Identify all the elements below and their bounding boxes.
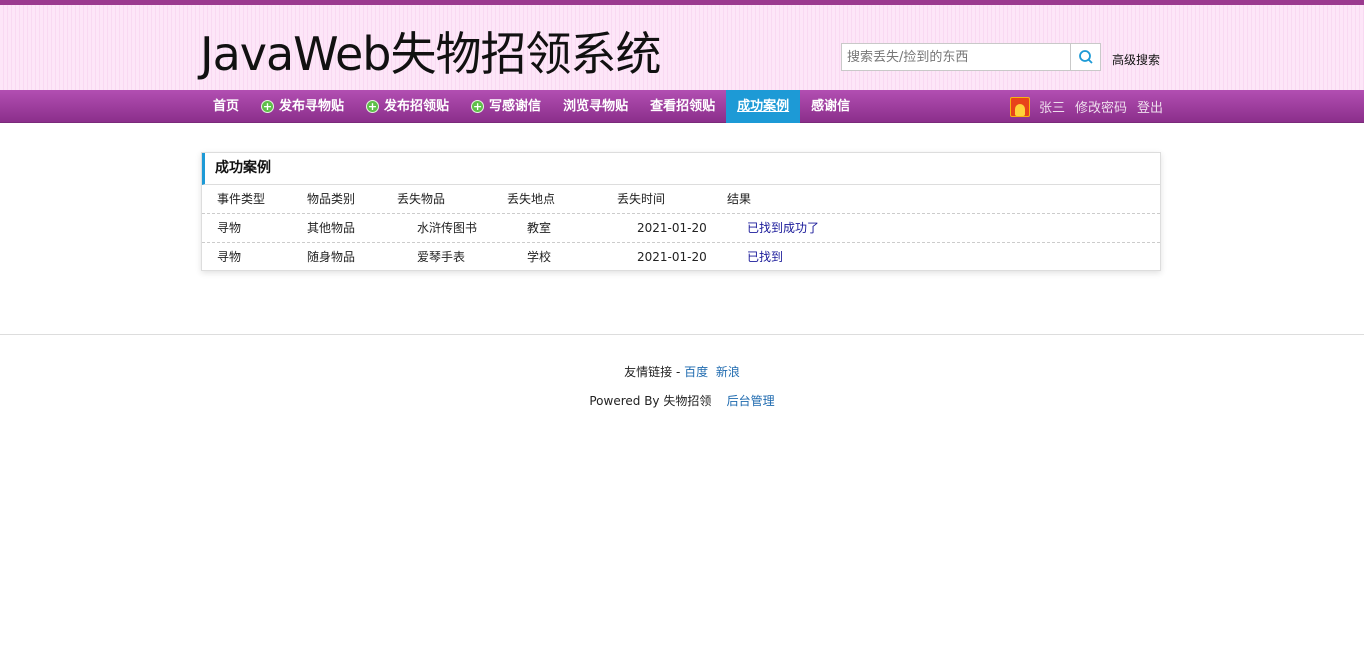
cell-lost-item: 爱琴手表 (417, 250, 466, 264)
header: JavaWeb失物招领系统 高级搜索 (0, 5, 1364, 90)
link-baidu[interactable]: 百度 (684, 365, 708, 379)
friend-links: 友情链接 - 百度 新浪 (0, 363, 1364, 380)
column-header: 丢失地点 (507, 192, 556, 206)
nav-item-label: 写感谢信 (489, 99, 542, 114)
nav-item-home[interactable]: 首页 (202, 90, 250, 123)
nav-item-thanks[interactable]: 感谢信 (800, 90, 861, 123)
column-header: 物品类别 (307, 192, 356, 206)
avatar-figure-icon (1015, 103, 1025, 116)
table-row: 寻物 随身物品 爱琴手表 学校 2021-01-20 已找到 (202, 243, 1160, 272)
admin-link[interactable]: 后台管理 (727, 394, 775, 408)
search-icon (1078, 50, 1093, 64)
nav-items: 首页 + 发布寻物贴 + 发布招领贴 + 写感谢信 浏览寻物贴 查看招领贴 成功案例 … (202, 90, 861, 123)
column-header: 丢失物品 (397, 192, 446, 206)
search-box (841, 43, 1101, 71)
panel-title: 成功案例 (202, 153, 1160, 185)
nav-item-label: 发布招领贴 (384, 99, 450, 114)
nav-item-browse-lost[interactable]: 浏览寻物贴 (552, 90, 639, 123)
nav-item-label: 感谢信 (811, 99, 851, 114)
cell-lost-location: 学校 (527, 250, 552, 264)
column-header: 结果 (727, 192, 752, 206)
cell-event-type: 寻物 (217, 250, 242, 264)
plus-icon: + (366, 100, 380, 113)
table-row: 寻物 其他物品 水浒传图书 教室 2021-01-20 已找到成功了 (202, 214, 1160, 243)
search-button[interactable] (1070, 44, 1100, 70)
change-password-link[interactable]: 修改密码 (1075, 97, 1127, 116)
plus-icon: + (261, 100, 275, 113)
footer: 友情链接 - 百度 新浪 Powered By 失物招领 后台管理 (0, 334, 1364, 409)
cell-lost-location: 教室 (527, 221, 552, 235)
cell-event-type: 寻物 (217, 221, 242, 235)
username[interactable]: 张三 (1039, 97, 1065, 116)
powered-by-text: Powered By 失物招领 (589, 394, 712, 408)
nav-item-post-found[interactable]: + 发布招领贴 (355, 90, 460, 123)
table-header-row: 事件类型 物品类别 丢失物品 丢失地点 丢失时间 结果 (202, 185, 1160, 214)
cell-result-link[interactable]: 已找到成功了 (747, 214, 819, 243)
search-input[interactable] (842, 44, 1070, 70)
avatar[interactable] (1010, 96, 1030, 117)
powered-by: Powered By 失物招领 后台管理 (0, 392, 1364, 409)
user-bar: 张三 修改密码 登出 (1010, 90, 1173, 123)
logout-link[interactable]: 登出 (1137, 97, 1163, 116)
nav-item-view-found[interactable]: 查看招领贴 (639, 90, 726, 123)
link-sina[interactable]: 新浪 (716, 365, 740, 379)
cell-item-category: 随身物品 (307, 250, 356, 264)
cell-lost-time: 2021-01-20 (637, 250, 707, 264)
site-logo[interactable]: JavaWeb失物招领系统 (200, 31, 661, 77)
main-nav: 首页 + 发布寻物贴 + 发布招领贴 + 写感谢信 浏览寻物贴 查看招领贴 成功案例 … (0, 90, 1364, 123)
advanced-search-link[interactable]: 高级搜索 (1112, 51, 1160, 68)
nav-item-label: 成功案例 (737, 99, 790, 114)
nav-item-label: 浏览寻物贴 (563, 99, 629, 114)
nav-item-label: 查看招领贴 (650, 99, 716, 114)
friend-links-label: 友情链接 - (624, 365, 681, 379)
cell-lost-item: 水浒传图书 (417, 221, 478, 235)
nav-item-success-cases[interactable]: 成功案例 (726, 90, 801, 123)
nav-item-label: 发布寻物贴 (279, 99, 345, 114)
success-cases-panel: 成功案例 事件类型 物品类别 丢失物品 丢失地点 丢失时间 结果 寻物 其他物品… (201, 152, 1161, 271)
nav-item-label: 首页 (213, 99, 240, 114)
nav-item-post-lost[interactable]: + 发布寻物贴 (250, 90, 355, 123)
nav-item-write-thanks[interactable]: + 写感谢信 (460, 90, 552, 123)
cell-item-category: 其他物品 (307, 221, 356, 235)
cell-lost-time: 2021-01-20 (637, 221, 707, 235)
column-header: 事件类型 (217, 192, 266, 206)
column-header: 丢失时间 (617, 192, 666, 206)
plus-icon: + (471, 100, 485, 113)
cell-result-link[interactable]: 已找到 (747, 243, 783, 272)
